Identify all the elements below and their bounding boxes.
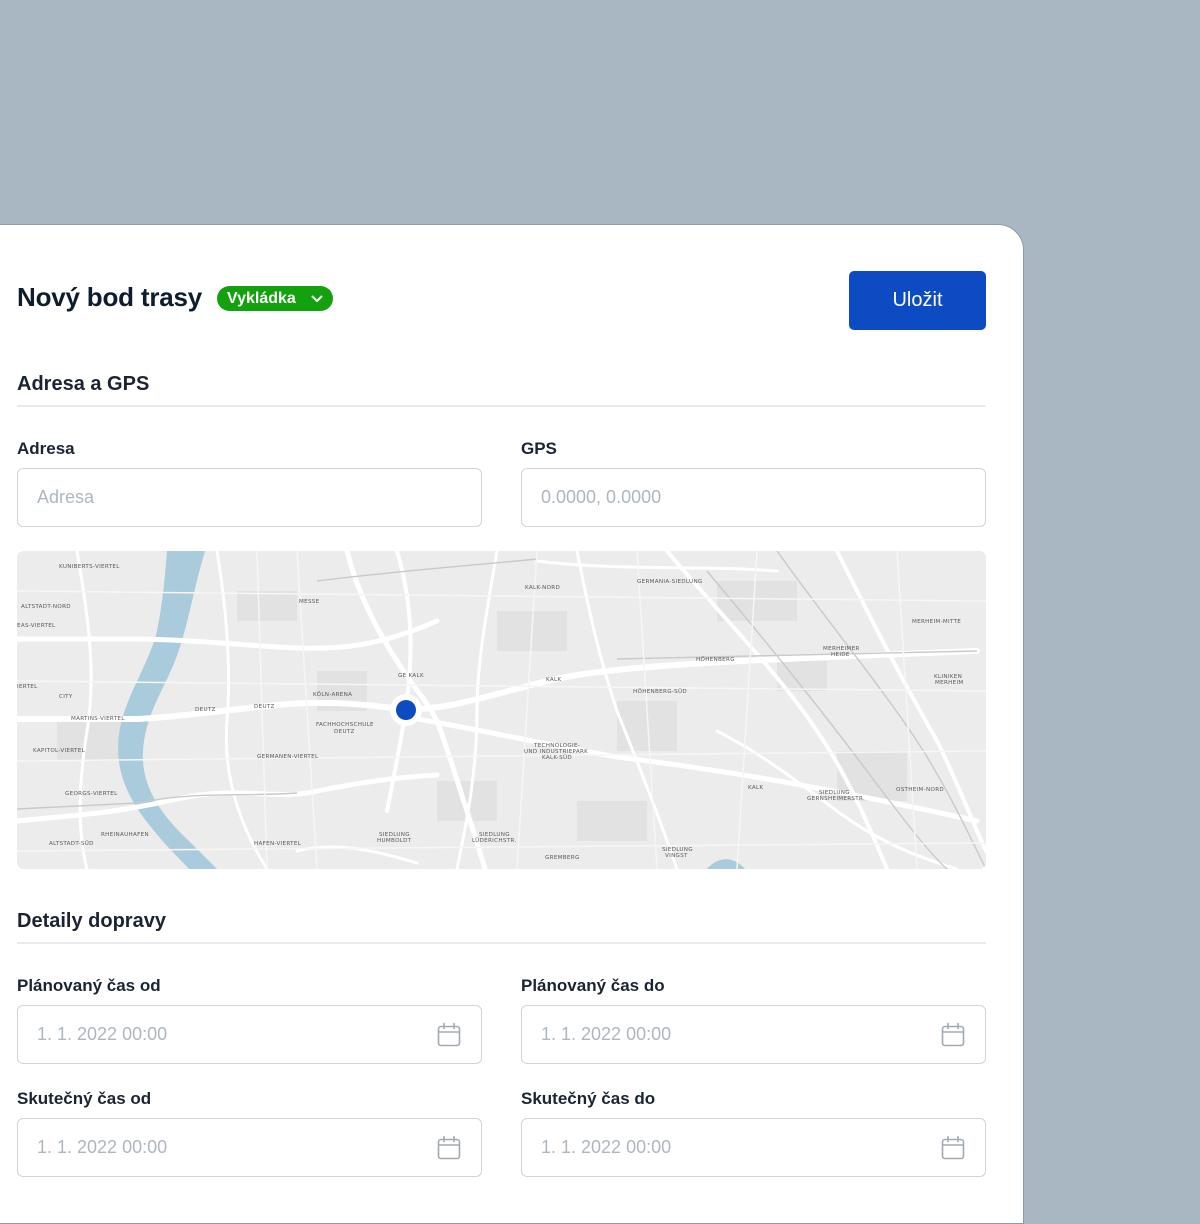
map-place-label: HÖHENBERG bbox=[696, 656, 735, 663]
stop-type-label: Vykládka bbox=[227, 289, 296, 307]
planned-from-input[interactable] bbox=[37, 1024, 436, 1045]
save-button[interactable]: Uložit bbox=[849, 271, 986, 330]
actual-to-label: Skutečný čas do bbox=[521, 1089, 656, 1108]
planned-to-input[interactable] bbox=[541, 1024, 940, 1045]
map-place-label: LÜDERICHSTR. bbox=[472, 837, 516, 844]
map-place-label: MERHEIM-MITTE bbox=[912, 619, 961, 625]
actual-to-field[interactable] bbox=[521, 1118, 986, 1177]
map-place-label: MARTINS-VIERTEL bbox=[71, 716, 125, 722]
map-place-label: GEORGS-VIERTEL bbox=[65, 791, 118, 797]
map-place-label: MESSE bbox=[299, 599, 320, 605]
map-place-label: KALK bbox=[546, 677, 561, 683]
address-label: Adresa bbox=[17, 439, 75, 458]
section-divider bbox=[17, 405, 986, 407]
map-place-label: GERNSHEIMERSTR. bbox=[807, 796, 865, 802]
map-place-label: EAS-VIERTEL bbox=[17, 623, 56, 629]
map-place-label: IERTEL bbox=[17, 684, 38, 690]
actual-from-label: Skutečný čas od bbox=[17, 1089, 152, 1108]
actual-to-input[interactable] bbox=[541, 1137, 940, 1158]
location-marker-icon[interactable] bbox=[390, 694, 422, 726]
map-place-label: GERMANIA-SIEDLUNG bbox=[637, 579, 703, 585]
gps-input[interactable] bbox=[541, 487, 966, 508]
map-place-label: RHEINAUHAFEN bbox=[101, 832, 149, 838]
calendar-icon[interactable] bbox=[436, 1135, 462, 1161]
map-canvas[interactable]: KUNIBERTS-VIERTEL ALTSTADT-NORD EAS-VIERTE… bbox=[17, 551, 986, 869]
map-place-label: KÖLN-ARENA bbox=[313, 691, 352, 698]
chevron-down-icon bbox=[311, 295, 323, 302]
map-place-label: KALK bbox=[748, 785, 763, 791]
address-section-title: Adresa a GPS bbox=[17, 373, 150, 395]
map-place-label: DEUTZ bbox=[254, 704, 275, 710]
calendar-icon[interactable] bbox=[940, 1135, 966, 1161]
map-place-label: KALK-SÜD bbox=[542, 754, 572, 761]
map-place-label: GREMBERG bbox=[545, 855, 580, 861]
map-place-label: FACHHOCHSCHULE bbox=[316, 722, 374, 728]
map-place-label: HÖHENBERG-SÜD bbox=[633, 688, 687, 695]
map-place-label: HEIDE bbox=[831, 652, 850, 658]
map-place-label: KUNIBERTS-VIERTEL bbox=[59, 564, 120, 570]
stop-type-dropdown[interactable]: Vykládka bbox=[217, 286, 333, 311]
calendar-icon[interactable] bbox=[940, 1022, 966, 1048]
map-place-label: ALTSTADT-NORD bbox=[21, 604, 71, 610]
map-place-label: VINGST bbox=[665, 853, 688, 859]
map-place-label: KALK-NORD bbox=[525, 585, 560, 591]
map-place-label: DEUTZ bbox=[195, 707, 216, 713]
map-place-label: KAPITOL-VIERTEL bbox=[33, 748, 86, 754]
section-divider bbox=[17, 942, 986, 944]
address-field[interactable] bbox=[17, 468, 482, 527]
map-place-label: ALTSTADT-SÜD bbox=[49, 840, 94, 847]
planned-to-label: Plánovaný čas do bbox=[521, 976, 665, 995]
actual-from-field[interactable] bbox=[17, 1118, 482, 1177]
map-place-label: GERMANEN-VIERTEL bbox=[257, 754, 319, 760]
planned-from-label: Plánovaný čas od bbox=[17, 976, 161, 995]
planned-to-field[interactable] bbox=[521, 1005, 986, 1064]
transport-section-title: Detaily dopravy bbox=[17, 910, 166, 932]
map-view[interactable]: KUNIBERTS-VIERTEL ALTSTADT-NORD EAS-VIERTE… bbox=[17, 551, 986, 869]
map-place-label: HAFEN-VIERTEL bbox=[254, 841, 302, 847]
map-place-label: DEUTZ bbox=[334, 729, 355, 735]
map-place-label: HUMBOLDT bbox=[377, 838, 412, 844]
gps-label: GPS bbox=[521, 439, 557, 458]
map-place-label: GE KALK bbox=[398, 673, 424, 679]
page-title: Nový bod trasy bbox=[17, 282, 203, 312]
actual-from-input[interactable] bbox=[37, 1137, 436, 1158]
map-place-label: CITY bbox=[59, 694, 73, 700]
gps-field[interactable] bbox=[521, 468, 986, 527]
map-place-label: MERHEIM bbox=[935, 680, 964, 686]
calendar-icon[interactable] bbox=[436, 1022, 462, 1048]
address-input[interactable] bbox=[37, 487, 462, 508]
map-place-label: OSTHEIM-NORD bbox=[896, 787, 944, 793]
planned-from-field[interactable] bbox=[17, 1005, 482, 1064]
